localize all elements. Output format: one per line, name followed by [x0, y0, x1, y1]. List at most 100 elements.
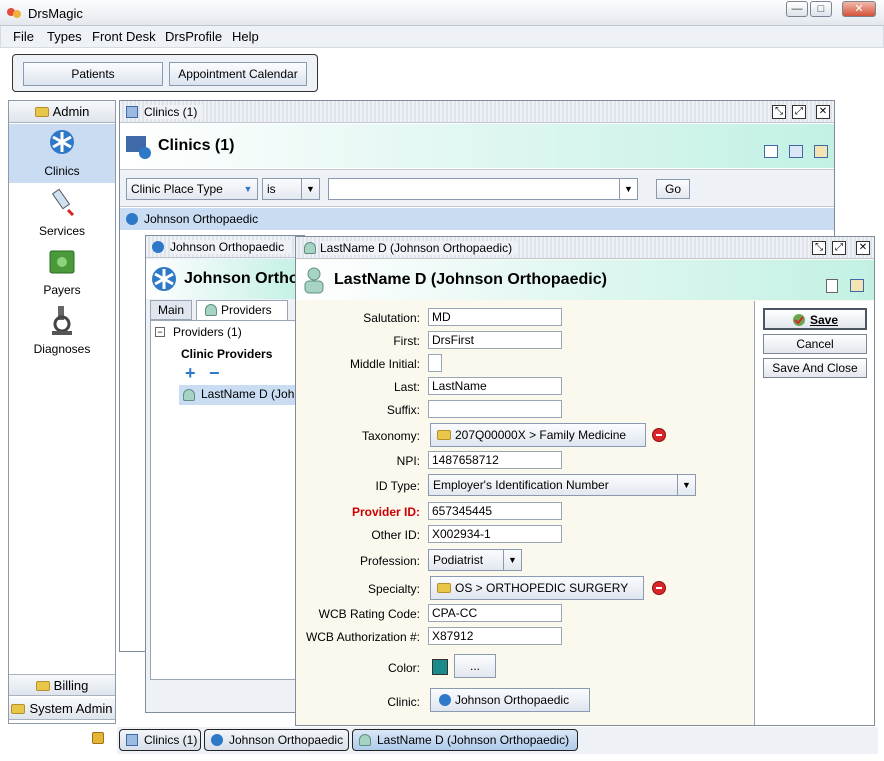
menu-types[interactable]: Types: [47, 29, 82, 44]
sidebar-system-admin-header[interactable]: System Admin: [9, 698, 115, 720]
filter-field-value: Clinic Place Type: [131, 182, 223, 196]
clinics-header: Clinics (1): [120, 124, 834, 168]
id-type-select[interactable]: Employer's Identification Number ▼: [428, 474, 696, 496]
provider-heading: LastName D (Johnson Orthopaedic): [334, 271, 607, 288]
menu-front-desk[interactable]: Front Desk: [92, 29, 156, 44]
clinics-window-icon: [126, 106, 138, 118]
sidebar-item-label: Diagnoses: [33, 342, 91, 356]
clinic-window: Johnson Orthopaedic Johnson Ortho Main P…: [145, 235, 305, 713]
restore-icon[interactable]: ⤡: [772, 105, 786, 119]
clinics-window-titlebar[interactable]: Clinics (1) ⤡ ⤢ ✕: [120, 101, 834, 123]
menu-help[interactable]: Help: [232, 29, 259, 44]
add-icon[interactable]: +: [185, 363, 196, 384]
npi-field[interactable]: 1487658712: [428, 451, 562, 469]
specialty-button[interactable]: OS > ORTHOPEDIC SURGERY: [430, 576, 644, 600]
specialty-label: Specialty:: [367, 582, 420, 596]
maximize-button[interactable]: □: [810, 1, 832, 17]
clinic-row-name: Johnson Orthopaedic: [144, 212, 259, 226]
sidebar-item-diagnoses[interactable]: Diagnoses: [9, 302, 115, 360]
taxonomy-button[interactable]: 207Q00000X > Family Medicine: [430, 423, 646, 447]
profession-select[interactable]: Podiatrist ▼: [428, 549, 522, 571]
provider-id-field[interactable]: 657345445: [428, 502, 562, 520]
folder-icon: [35, 681, 50, 691]
wcb-authorization-field[interactable]: X87912: [428, 627, 562, 645]
salutation-field[interactable]: MD: [428, 308, 562, 326]
chevron-down-icon: ▼: [301, 179, 319, 199]
close-button[interactable]: ✕: [842, 1, 876, 17]
task-clinic-label: Johnson Orthopaedic: [229, 733, 344, 747]
tab-providers[interactable]: Providers: [196, 300, 288, 320]
last-name-field[interactable]: LastName: [428, 377, 562, 395]
menu-file[interactable]: File: [13, 29, 34, 44]
maximize-icon[interactable]: ⤢: [832, 241, 846, 255]
clinic-button[interactable]: Johnson Orthopaedic: [430, 688, 590, 712]
sidebar: Admin Clinics Services Payers Diagnoses …: [8, 100, 116, 724]
save-button[interactable]: Save: [763, 308, 867, 330]
view-single-icon[interactable]: [764, 145, 778, 158]
suffix-label: Suffix:: [386, 403, 420, 417]
window-title: DrsMagic: [28, 6, 83, 21]
tab-main[interactable]: Main: [150, 300, 192, 320]
go-button[interactable]: Go: [656, 179, 690, 199]
document-icon[interactable]: [826, 279, 838, 293]
view-split-icon[interactable]: [850, 279, 864, 292]
patients-button[interactable]: Patients: [23, 62, 163, 86]
menu-drsprofile[interactable]: DrsProfile: [165, 29, 222, 44]
maximize-icon[interactable]: ⤢: [792, 105, 806, 119]
id-type-value: Employer's Identification Number: [433, 478, 609, 492]
cancel-button[interactable]: Cancel: [763, 334, 867, 354]
remove-icon[interactable]: −: [209, 363, 220, 384]
view-list-icon[interactable]: [789, 145, 803, 158]
app-logo-icon: [7, 8, 21, 18]
choose-color-button[interactable]: ...: [454, 654, 496, 678]
suffix-field[interactable]: [428, 400, 562, 418]
other-id-label: Other ID:: [371, 528, 420, 542]
sidebar-item-label: Clinics: [44, 164, 80, 178]
task-clinics[interactable]: Clinics (1): [119, 729, 201, 751]
provider-header: LastName D (Johnson Orthopaedic): [296, 260, 874, 300]
close-icon[interactable]: ✕: [856, 241, 870, 255]
profession-label: Profession:: [359, 554, 420, 568]
profession-value: Podiatrist: [433, 553, 484, 567]
money-icon: [49, 250, 75, 274]
middle-initial-field[interactable]: [428, 354, 442, 372]
sidebar-billing-header[interactable]: Billing: [9, 674, 115, 696]
task-provider[interactable]: LastName D (Johnson Orthopaedic): [352, 729, 578, 751]
filter-value-select[interactable]: ▼: [328, 178, 638, 200]
remove-taxonomy-icon[interactable]: [652, 428, 666, 442]
taxonomy-value: 207Q00000X > Family Medicine: [455, 428, 627, 442]
minimize-button[interactable]: —: [786, 1, 808, 17]
save-icon: [793, 314, 805, 326]
provider-window-titlebar[interactable]: LastName D (Johnson Orthopaedic) ⤡ ⤢ ✕: [296, 237, 874, 259]
other-id-field[interactable]: X002934-1: [428, 525, 562, 543]
clinic-providers-heading: Clinic Providers: [181, 347, 273, 361]
clinic-window-titlebar[interactable]: Johnson Orthopaedic: [146, 236, 304, 258]
sidebar-item-payers[interactable]: Payers: [9, 243, 115, 301]
sidebar-admin-header[interactable]: Admin: [9, 101, 115, 123]
save-and-close-button[interactable]: Save And Close: [763, 358, 867, 378]
provider-id-label: Provider ID:: [351, 505, 420, 519]
window-taskbar: Clinics (1) Johnson Orthopaedic LastName…: [117, 727, 878, 754]
wcb-rating-field[interactable]: CPA-CC: [428, 604, 562, 622]
restore-icon[interactable]: ⤡: [812, 241, 826, 255]
collapse-icon[interactable]: −: [155, 327, 165, 337]
task-clinic[interactable]: Johnson Orthopaedic: [204, 729, 349, 751]
clinics-window-icon: [126, 734, 138, 746]
sidebar-item-services[interactable]: Services: [9, 184, 115, 242]
close-icon[interactable]: ✕: [816, 105, 830, 119]
first-name-field[interactable]: DrsFirst: [428, 331, 562, 349]
providers-tree-root[interactable]: Providers (1): [173, 325, 242, 339]
clinic-icon: [211, 734, 223, 746]
list-item[interactable]: LastName D (Joh: [179, 385, 299, 405]
view-split-icon[interactable]: [814, 145, 828, 158]
wcb-authorization-label: WCB Authorization #:: [305, 630, 420, 644]
table-row[interactable]: Johnson Orthopaedic: [120, 208, 834, 230]
clinic-header: Johnson Ortho: [146, 259, 304, 299]
color-swatch: [432, 659, 448, 675]
lock-icon[interactable]: [92, 732, 104, 744]
appointment-calendar-button[interactable]: Appointment Calendar: [169, 62, 307, 86]
filter-operator-select[interactable]: is ▼: [262, 178, 320, 200]
sidebar-item-clinics[interactable]: Clinics: [9, 124, 115, 183]
filter-field-select[interactable]: Clinic Place Type ▼: [126, 178, 258, 200]
remove-specialty-icon[interactable]: [652, 581, 666, 595]
